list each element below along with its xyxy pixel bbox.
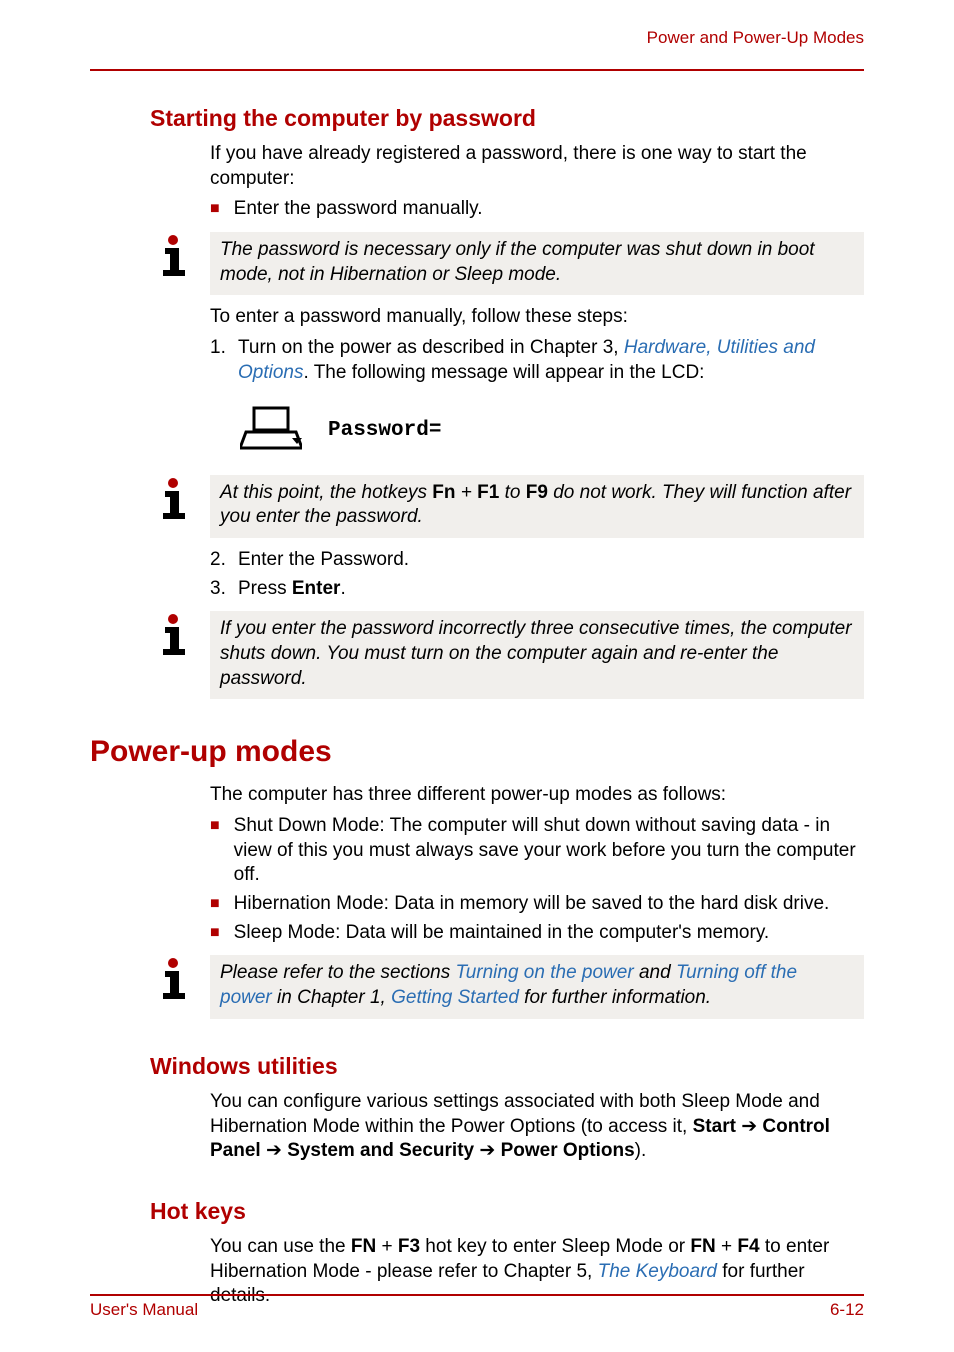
list-item: 1. Turn on the power as described in Cha… [210, 336, 864, 385]
link-getting-started[interactable]: Getting Started [391, 987, 519, 1008]
key-fn: FN [690, 1236, 715, 1257]
text: Turn on the power as described in Chapte… [238, 337, 624, 358]
heading-power-up-modes: Power-up modes [90, 735, 864, 769]
laptop-icon [240, 404, 302, 457]
list-item: 3. Press Enter. [210, 577, 864, 602]
text: to [499, 482, 525, 503]
heading-hot-keys: Hot keys [150, 1198, 864, 1225]
text: . [340, 578, 345, 599]
arrow-icon: ➔ [736, 1116, 762, 1137]
step-number: 3. [210, 577, 238, 602]
arrow-icon: ➔ [474, 1140, 500, 1161]
heading-starting-by-password: Starting the computer by password [150, 105, 864, 132]
text: + [716, 1236, 738, 1257]
text: + [376, 1236, 398, 1257]
list-item: Sleep Mode: Data will be maintained in t… [210, 921, 864, 946]
bullet-text: Enter the password manually. [234, 197, 483, 222]
list-item: Enter the password manually. [210, 197, 864, 222]
para-steps-intro: To enter a password manually, follow the… [210, 305, 864, 330]
link-turning-on-power[interactable]: Turning on the power [456, 962, 634, 983]
powerup-intro: The computer has three different power-u… [210, 783, 864, 808]
note-text-2: At this point, the hotkeys Fn + F1 to F9… [210, 475, 864, 538]
key-enter: Enter [292, 578, 341, 599]
step-content: Enter the Password. [238, 548, 409, 573]
note-callout-1: The password is necessary only if the co… [150, 232, 864, 295]
text: and [634, 962, 676, 983]
footer-manual-label: User's Manual [90, 1300, 198, 1320]
bullet-list-2: Shut Down Mode: The computer will shut d… [210, 814, 864, 945]
info-icon [150, 475, 202, 526]
note-callout-4: Please refer to the sections Turning on … [150, 955, 864, 1018]
windows-utilities-text: You can configure various settings assoc… [210, 1090, 864, 1164]
running-header: Power and Power-Up Modes [90, 28, 864, 51]
key-f3: F3 [398, 1236, 420, 1257]
text: + [456, 482, 478, 503]
step-content: Press Enter. [238, 577, 346, 602]
intro-text: If you have already registered a passwor… [210, 142, 864, 191]
windows-utilities-block: You can configure various settings assoc… [210, 1090, 864, 1164]
ordered-list-1: 1. Turn on the power as described in Cha… [210, 336, 864, 385]
info-icon [150, 611, 202, 662]
password-prompt-row: Password= [240, 404, 864, 457]
text: for further information. [519, 987, 711, 1008]
header-rule [90, 69, 864, 71]
key-fn: Fn [432, 482, 455, 503]
step-content: Turn on the power as described in Chapte… [238, 336, 864, 385]
note-text-3: If you enter the password incorrectly th… [210, 611, 864, 699]
key-fn: FN [351, 1236, 376, 1257]
key-f9: F9 [526, 482, 548, 503]
path-system-security: System and Security [287, 1140, 474, 1161]
bullet-list-1: Enter the password manually. [210, 197, 864, 222]
powerup-block: The computer has three different power-u… [210, 783, 864, 945]
text: You can use the [210, 1236, 351, 1257]
text: ). [635, 1140, 647, 1161]
steps-block: To enter a password manually, follow the… [210, 305, 864, 385]
step-number: 2. [210, 548, 238, 573]
step-number: 1. [210, 336, 238, 361]
info-icon [150, 955, 202, 1006]
list-item: 2. Enter the Password. [210, 548, 864, 573]
text: . The following message will appear in t… [303, 362, 704, 383]
text: Please refer to the sections [220, 962, 456, 983]
text: At this point, the hotkeys [220, 482, 432, 503]
bullet-text: Shut Down Mode: The computer will shut d… [234, 814, 864, 888]
page-footer: User's Manual 6-12 [90, 1294, 864, 1320]
bullet-text: Sleep Mode: Data will be maintained in t… [234, 921, 770, 946]
list-item: Shut Down Mode: The computer will shut d… [210, 814, 864, 888]
note-callout-2: At this point, the hotkeys Fn + F1 to F9… [150, 475, 864, 538]
note-callout-3: If you enter the password incorrectly th… [150, 611, 864, 699]
info-icon [150, 232, 202, 283]
key-f1: F1 [477, 482, 499, 503]
list-item: Hibernation Mode: Data in memory will be… [210, 892, 864, 917]
bullet-text: Hibernation Mode: Data in memory will be… [234, 892, 830, 917]
arrow-icon: ➔ [261, 1140, 287, 1161]
steps-block-2: 2. Enter the Password. 3. Press Enter. [210, 548, 864, 601]
link-the-keyboard[interactable]: The Keyboard [598, 1261, 717, 1282]
note-text-1: The password is necessary only if the co… [210, 232, 864, 295]
heading-windows-utilities: Windows utilities [150, 1053, 864, 1080]
page-root: Power and Power-Up Modes Starting the co… [0, 0, 954, 1352]
path-start: Start [693, 1116, 736, 1137]
intro-block: If you have already registered a passwor… [210, 142, 864, 222]
text: Press [238, 578, 292, 599]
text: hot key to enter Sleep Mode or [420, 1236, 690, 1257]
path-power-options: Power Options [501, 1140, 635, 1161]
password-prompt-text: Password= [328, 419, 441, 442]
footer-page-number: 6-12 [830, 1300, 864, 1320]
ordered-list-2: 2. Enter the Password. 3. Press Enter. [210, 548, 864, 601]
text: in Chapter 1, [272, 987, 391, 1008]
note-text-4: Please refer to the sections Turning on … [210, 955, 864, 1018]
key-f4: F4 [737, 1236, 759, 1257]
